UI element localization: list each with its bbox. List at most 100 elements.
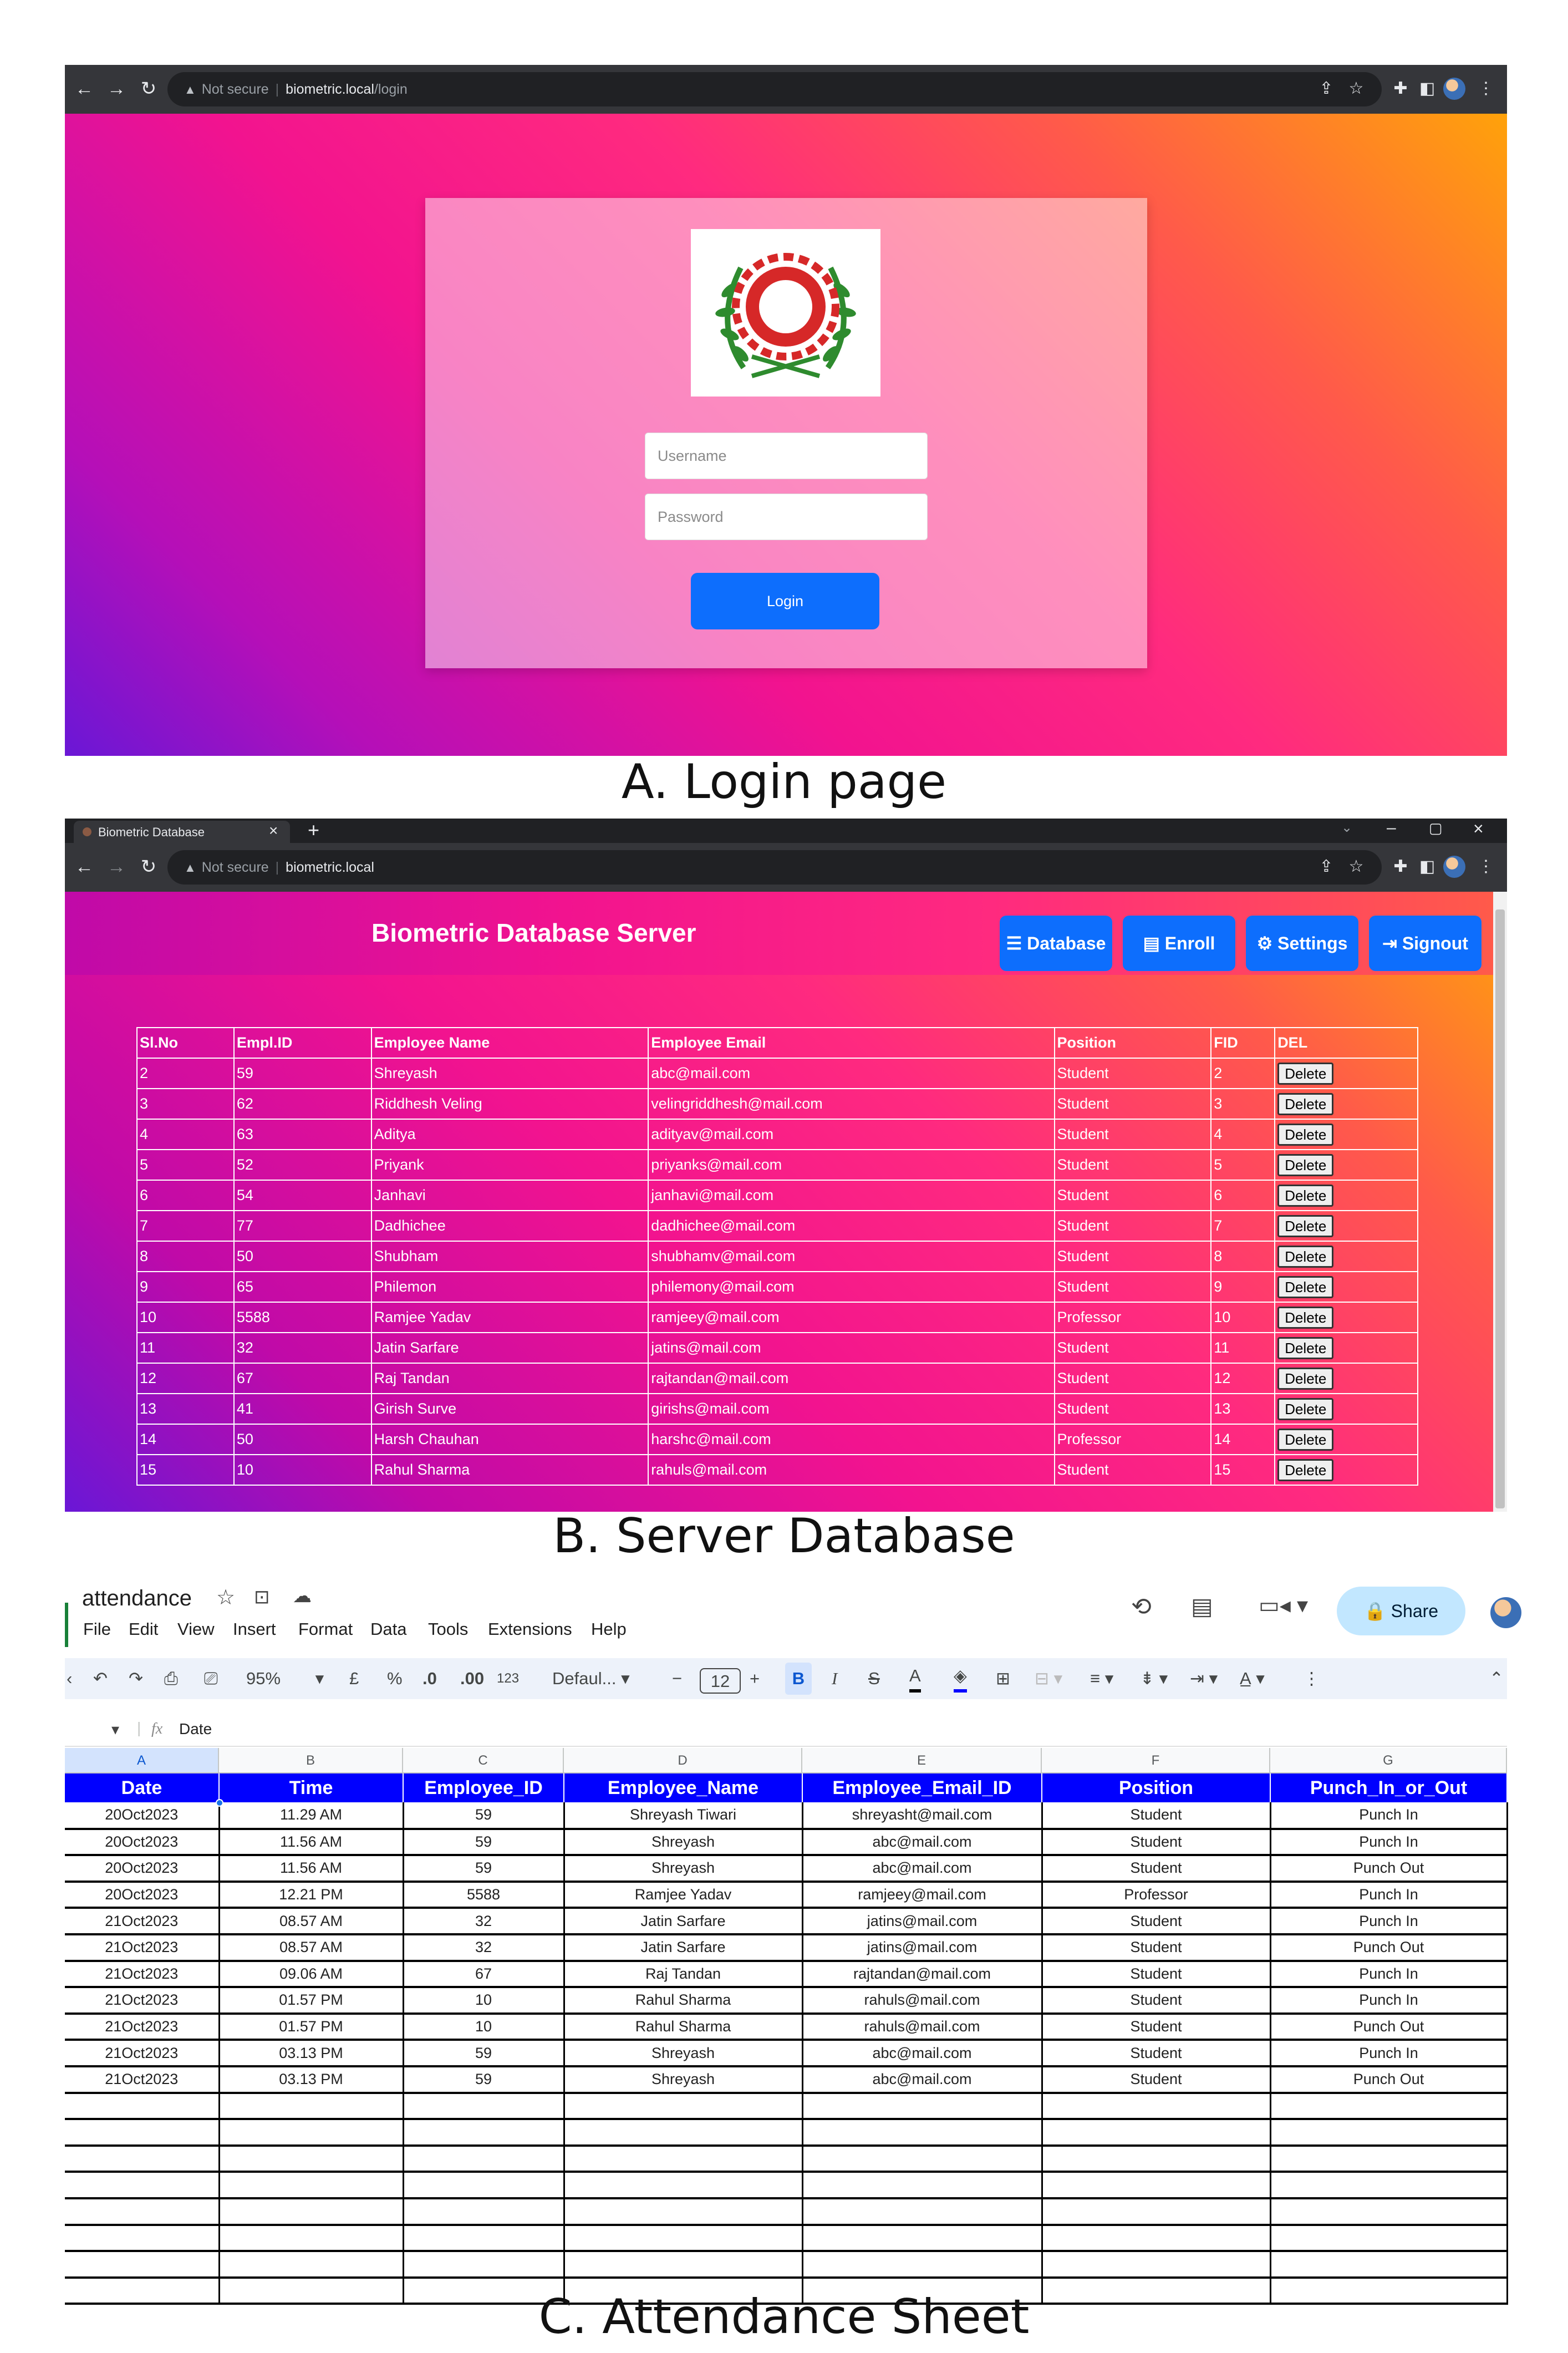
sheet-cell[interactable] <box>403 2251 565 2279</box>
menu-item-data[interactable]: Data <box>370 1619 406 1639</box>
sheet-cell[interactable] <box>1042 2224 1271 2253</box>
menu-item-edit[interactable]: Edit <box>129 1619 158 1639</box>
sheet-cell[interactable]: Punch Out <box>1270 2013 1508 2041</box>
more-tools-icon[interactable]: ⋮ <box>1303 1663 1320 1695</box>
sheet-cell[interactable] <box>1042 2198 1271 2226</box>
delete-button[interactable]: Delete <box>1277 1458 1334 1481</box>
login-button[interactable]: Login <box>691 573 879 629</box>
sheet-cell[interactable]: 11.56 AM <box>219 1828 404 1857</box>
sheet-cell[interactable] <box>65 2092 220 2121</box>
db-address-bar[interactable]: ▲ Not secure | biometric.local <box>167 850 1382 885</box>
share-button[interactable]: 🔒 Share <box>1337 1587 1465 1635</box>
strikethrough-button[interactable]: S <box>868 1663 880 1695</box>
sheet-cell[interactable]: Student <box>1042 1855 1271 1883</box>
sheet-cell[interactable] <box>802 2119 1043 2147</box>
sheet-column-header[interactable]: Position <box>1042 1773 1271 1802</box>
sheet-cell[interactable] <box>219 2119 404 2147</box>
undo-icon[interactable]: ↶ <box>93 1663 108 1695</box>
sheet-cell[interactable] <box>564 2251 803 2279</box>
version-history-icon[interactable]: ⟲ <box>1131 1593 1152 1621</box>
sheet-cell[interactable] <box>219 2224 404 2253</box>
delete-button[interactable]: Delete <box>1277 1062 1334 1085</box>
sheet-cell[interactable] <box>403 2198 565 2226</box>
sheet-cell[interactable] <box>564 2092 803 2121</box>
sheet-cell[interactable]: 21Oct2023 <box>65 2013 220 2041</box>
sheet-column-header[interactable]: Employee_Email_ID <box>802 1773 1042 1802</box>
sheet-cell[interactable]: Punch In <box>1270 1960 1508 1989</box>
sheet-cell[interactable]: Shreyash <box>564 2066 803 2094</box>
nav-enroll-button[interactable]: ▤ Enroll <box>1123 916 1235 971</box>
sheet-cell[interactable] <box>564 2119 803 2147</box>
percent-button[interactable]: % <box>387 1663 403 1695</box>
sheet-cell[interactable] <box>1270 2092 1508 2121</box>
sheet-cell[interactable]: 09.06 AM <box>219 1960 404 1989</box>
sheet-cell[interactable] <box>219 2092 404 2121</box>
print-icon[interactable]: ⎙ <box>164 1663 178 1695</box>
sheet-cell[interactable]: Student <box>1042 1908 1271 1935</box>
bookmark-star-icon[interactable]: ☆ <box>1343 854 1369 880</box>
sheet-cell[interactable] <box>403 2145 565 2173</box>
cloud-status-icon[interactable]: ☁ <box>293 1585 312 1607</box>
column-letter[interactable]: D <box>564 1748 802 1773</box>
sheet-column-header[interactable]: Date <box>65 1773 220 1802</box>
tab-search-icon[interactable]: ⌄ <box>1341 820 1352 836</box>
sheet-cell[interactable]: rahuls@mail.com <box>802 1987 1043 2015</box>
sheet-cell[interactable]: 11.29 AM <box>219 1802 404 1830</box>
sheet-cell[interactable]: 20Oct2023 <box>65 1855 220 1883</box>
sheet-cell[interactable]: rahuls@mail.com <box>802 2013 1043 2041</box>
text-wrapping-icon[interactable]: ⇥ ▾ <box>1190 1663 1218 1695</box>
sheet-cell[interactable]: shreyasht@mail.com <box>802 1802 1043 1830</box>
sheet-cell[interactable]: Rahul Sharma <box>564 1987 803 2015</box>
side-panel-icon[interactable]: ◧ <box>1414 76 1440 101</box>
sheet-cell[interactable] <box>564 2224 803 2253</box>
sheet-column-header[interactable]: Employee_ID <box>403 1773 564 1802</box>
delete-button[interactable]: Delete <box>1277 1428 1334 1451</box>
side-panel-icon[interactable]: ◧ <box>1414 854 1440 880</box>
new-tab-icon[interactable]: + <box>308 819 319 842</box>
meet-icon[interactable]: ▭◂ ▾ <box>1259 1593 1308 1618</box>
sheet-cell[interactable]: ramjeey@mail.com <box>802 1881 1043 1909</box>
back-icon[interactable]: ← <box>72 854 97 880</box>
sheet-cell[interactable] <box>65 2224 220 2253</box>
vertical-align-icon[interactable]: ⇟ ▾ <box>1140 1663 1168 1695</box>
delete-button[interactable]: Delete <box>1277 1245 1334 1268</box>
sheet-cell[interactable]: Punch In <box>1270 1828 1508 1857</box>
scrollbar-thumb[interactable] <box>1495 909 1505 1508</box>
nav-settings-button[interactable]: ⚙ Settings <box>1246 916 1358 971</box>
currency-button[interactable]: £ <box>349 1663 359 1695</box>
sheet-cell[interactable]: 20Oct2023 <box>65 1802 220 1830</box>
sheet-column-header[interactable]: Punch_In_or_Out <box>1270 1773 1508 1802</box>
sheet-cell[interactable] <box>65 2145 220 2173</box>
fill-color-icon[interactable]: ◈ <box>954 1663 967 1693</box>
sheet-cell[interactable]: rajtandan@mail.com <box>802 1960 1043 1989</box>
sheet-cell[interactable]: 59 <box>403 1802 565 1830</box>
sheet-cell[interactable]: 08.57 AM <box>219 1934 404 1962</box>
sheet-cell[interactable] <box>1270 2145 1508 2173</box>
text-rotation-icon[interactable]: A̲ ▾ <box>1240 1663 1265 1695</box>
sheet-cell[interactable] <box>1270 2198 1508 2226</box>
sheet-cell[interactable] <box>1042 2119 1271 2147</box>
share-page-icon[interactable]: ⇪ <box>1314 76 1339 101</box>
sheet-cell[interactable]: Jatin Sarfare <box>564 1934 803 1962</box>
menu-kebab-icon[interactable]: ⋮ <box>1473 854 1499 880</box>
selected-cell-handle[interactable] <box>216 1799 223 1807</box>
sheet-cell[interactable]: 67 <box>403 1960 565 1989</box>
sheet-cell[interactable] <box>403 2092 565 2121</box>
sheet-cell[interactable]: 10 <box>403 1987 565 2015</box>
sheet-cell[interactable]: Punch In <box>1270 1987 1508 2015</box>
sheet-cell[interactable] <box>1042 2172 1271 2199</box>
sheet-cell[interactable] <box>802 2145 1043 2173</box>
sheet-cell[interactable] <box>65 2251 220 2279</box>
sheet-cell[interactable]: 10 <box>403 2013 565 2041</box>
tab-close-icon[interactable]: × <box>269 822 278 840</box>
sheet-cell[interactable]: 21Oct2023 <box>65 1960 220 1989</box>
sheet-cell[interactable]: Student <box>1042 2013 1271 2041</box>
sheet-cell[interactable]: jatins@mail.com <box>802 1908 1043 1935</box>
sheet-cell[interactable]: Punch In <box>1270 2040 1508 2067</box>
sheet-cell[interactable]: Student <box>1042 1828 1271 1857</box>
minimize-icon[interactable]: – <box>1387 819 1396 837</box>
formula-input[interactable]: Date <box>179 1720 212 1738</box>
sheet-cell[interactable] <box>564 2145 803 2173</box>
sheet-cell[interactable]: Professor <box>1042 1881 1271 1909</box>
menu-item-view[interactable]: View <box>177 1619 215 1639</box>
